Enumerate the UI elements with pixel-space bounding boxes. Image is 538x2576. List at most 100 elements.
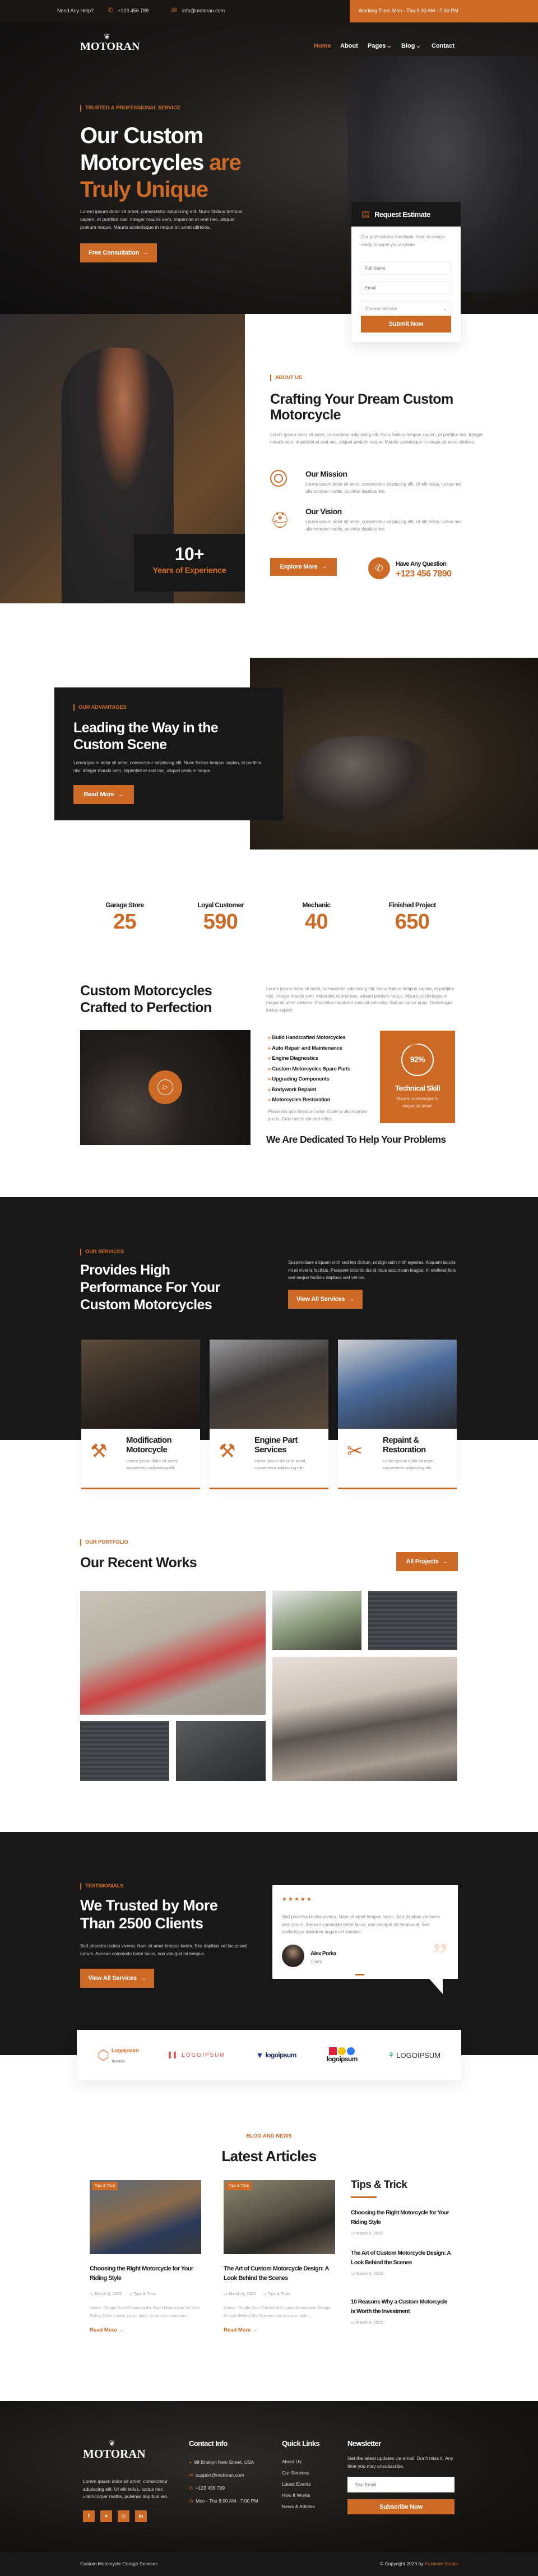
nav-pages[interactable]: Pages ⌵ (368, 43, 401, 49)
button-label: Free Consultation (89, 250, 140, 256)
button-label: View All Services (296, 1296, 345, 1303)
all-projects-button[interactable]: All Projects → (396, 1552, 458, 1571)
service-select[interactable]: Choose Service ⌄ (361, 301, 451, 315)
stat-item: Finished Project 650 (364, 901, 460, 935)
hexagon-logo-icon: ⬡ (97, 2047, 109, 2063)
footer-link[interactable]: About Us (282, 2456, 315, 2467)
email-input[interactable] (361, 281, 451, 294)
partner-logo: ⚘ LOGOIPSUM (387, 2050, 441, 2060)
slider-dot[interactable] (355, 1974, 364, 1975)
service-card[interactable]: ⚒ Engine Part Services Lorem ipsum dolor… (210, 1340, 328, 1489)
footer-bottom-bar: Custom Motorcycle Garage Services © Copy… (0, 2552, 538, 2576)
contact-email[interactable]: ✉ support@motoran.com (189, 2469, 258, 2482)
partner-logos: ⬡ Logoipsum Tech&Co. ▌▌ LOGOIPSUM ▼ logoips… (77, 2030, 461, 2080)
envelope-icon: ✉ (171, 6, 178, 14)
triangle-logo-icon: ▼ (256, 2051, 264, 2060)
portfolio-item[interactable] (272, 1657, 457, 1781)
calendar-icon: ▭ (224, 2291, 228, 2296)
button-label: Explore More (280, 564, 318, 570)
sidebar-title: Tips & Trick (351, 2179, 407, 2191)
advantages-tag: OUR ADVANTAGES (73, 704, 127, 711)
advantages-card: OUR ADVANTAGES Leading the Way in the Cu… (54, 687, 283, 820)
linkedin-icon[interactable]: in (135, 2510, 147, 2522)
partner-logo: ⬡ Logoipsum Tech&Co. (97, 2047, 139, 2064)
play-button[interactable]: ▷ (149, 1070, 182, 1104)
newsletter-email-input[interactable] (347, 2477, 454, 2492)
sidebar-post-title[interactable]: The Art of Custom Motorcycle Design: A L… (351, 2249, 452, 2268)
button-label: All Projects (406, 1558, 439, 1565)
explore-more-button[interactable]: Explore More → (270, 558, 337, 576)
footer-link[interactable]: Latest Events (282, 2478, 315, 2490)
testimonial-card: ★★★★★ Sed pharetra lacinia viverra. Nam … (272, 1885, 458, 1979)
hero-text: Lorem ipsum dolor sit amet, consectetur … (80, 209, 243, 230)
play-icon: ▷ (157, 1079, 173, 1095)
skill-percent: 92% (410, 1055, 425, 1064)
facebook-icon[interactable]: f (83, 2510, 95, 2522)
nav-pages-label: Pages (368, 43, 386, 49)
hero-title-word: Motorcycles (80, 150, 204, 175)
hero-title-accent: are (209, 150, 242, 175)
free-consultation-button[interactable]: Free Consultation → (80, 243, 157, 262)
nav-about[interactable]: About (340, 43, 368, 49)
read-more-link[interactable]: Read More → (90, 2327, 201, 2333)
hero-title-line3: Truly Unique (80, 177, 208, 202)
quote-icon: ” (432, 1937, 448, 1972)
footer-link[interactable]: News & Articles (282, 2501, 315, 2512)
sidebar-post-title[interactable]: Choosing the Right Motorcycle for Your R… (351, 2208, 452, 2227)
instagram-icon[interactable]: ◎ (118, 2510, 129, 2522)
folder-icon: ▱ (263, 2291, 267, 2296)
full-name-input[interactable] (361, 262, 451, 275)
custom-video[interactable]: ▷ (80, 1030, 251, 1145)
about-title: Crafting Your Dream Custom Motorcycle (270, 391, 453, 423)
subscribe-now-button[interactable]: Subscribe Now (347, 2499, 454, 2514)
nav-contact[interactable]: Contact (432, 43, 454, 49)
service-photo (210, 1340, 328, 1429)
question-phone[interactable]: +123 456 7890 (396, 569, 452, 579)
topbar-email[interactable]: info@motoran.com (182, 8, 225, 13)
submit-now-button[interactable]: Submit Now (361, 316, 451, 333)
portfolio-item[interactable] (368, 1591, 457, 1650)
footer-logo[interactable]: ❦ MOTORAN (83, 2439, 146, 2461)
footer-about: Lorem ipsum dolor sit amet, consectetur … (83, 2478, 169, 2499)
portfolio-item[interactable] (176, 1721, 266, 1781)
portfolio-item[interactable] (272, 1591, 361, 1650)
sidebar-post[interactable]: The Art of Custom Motorcycle Design: A L… (351, 2249, 452, 2276)
contact-phone[interactable]: ✆ +123 456 789 (189, 2482, 258, 2495)
stats: Garage Store 25 Loyal Customer 590 Mechani… (77, 901, 461, 935)
portfolio-item[interactable] (80, 1591, 266, 1715)
read-more-link[interactable]: Read More → (224, 2327, 335, 2333)
sidebar-post[interactable]: 10 Reasons Why a Custom Motorcycle is Wo… (351, 2297, 452, 2325)
envelope-icon: ✉ (189, 2472, 193, 2478)
blog-post-title[interactable]: The Art of Custom Motorcycle Design: A L… (224, 2264, 335, 2283)
portfolio-item[interactable] (80, 1721, 169, 1781)
arrow-right-icon: → (321, 564, 327, 570)
arrow-right-icon: → (142, 250, 149, 256)
motorcycle-shape (295, 736, 440, 832)
read-more-button[interactable]: Read More → (73, 785, 134, 804)
category-badge[interactable]: Tips & Trick (226, 2182, 252, 2190)
nav-home[interactable]: Home (314, 43, 340, 49)
sidebar-post[interactable]: Choosing the Right Motorcycle for Your R… (351, 2208, 452, 2236)
service-card[interactable]: ✂ Repaint & Restoration Lorem ipsum dolo… (338, 1340, 457, 1489)
view-all-services-button[interactable]: View All Services → (80, 1969, 154, 1988)
logo[interactable]: ❦ MOTORAN (80, 33, 140, 62)
view-all-services-button[interactable]: View All Services → (288, 1290, 363, 1309)
studio-link[interactable]: Kulokale Studio (425, 2561, 458, 2566)
footer-link[interactable]: How It Works (282, 2490, 315, 2501)
arrow-right-icon: → (442, 1558, 448, 1565)
sidebar-post-title[interactable]: 10 Reasons Why a Custom Motorcycle is Wo… (351, 2297, 452, 2316)
hero-tagline: TRUSTED & PROFESSIONAL SERVICE (80, 105, 180, 112)
blog-post-image[interactable]: Tips & Trick (90, 2180, 201, 2254)
sidebar-post-date: ▭ March 6, 2023 (351, 2320, 383, 2325)
twitter-icon[interactable]: ✦ (100, 2510, 112, 2522)
blog-post-image[interactable]: Tips & Trick (224, 2180, 335, 2254)
main-nav: Home About Pages ⌵ Blog ⌵ Contact (314, 43, 454, 49)
blog-post-title[interactable]: Choosing the Right Motorcycle for Your R… (90, 2264, 201, 2283)
topbar-phone[interactable]: +123 456 789 (118, 8, 149, 13)
category-badge[interactable]: Tips & Trick (92, 2182, 118, 2190)
double-chevron-icon: » (268, 1045, 272, 1051)
stat-value: 25 (113, 910, 137, 934)
service-card[interactable]: ⚒ Modification Motorcycle Lorem ipsum do… (81, 1340, 200, 1489)
footer-link[interactable]: Our Services (282, 2467, 315, 2478)
nav-blog[interactable]: Blog ⌵ (401, 43, 432, 49)
